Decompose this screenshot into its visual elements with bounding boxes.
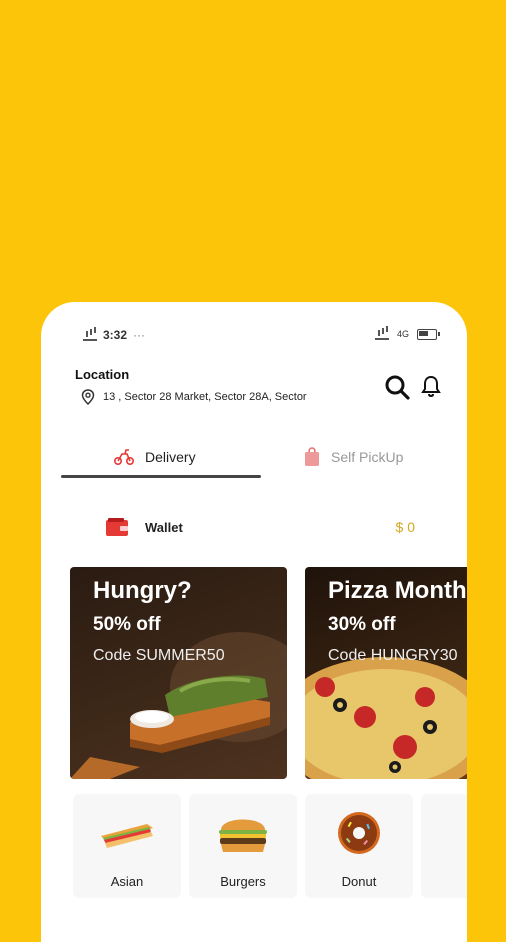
banner-discount: 30% off	[328, 614, 396, 635]
banner-code: Code HUNGRY30	[328, 647, 458, 664]
category-card-burgers[interactable]: Burgers	[189, 794, 297, 898]
location-address: 13 , Sector 28 Market, Sector 28A, Secto…	[103, 391, 307, 403]
tab-delivery-label: Delivery	[145, 449, 196, 465]
wallet-label: Wallet	[145, 519, 183, 535]
category-label: Asian	[110, 874, 144, 889]
status-extra: ···	[133, 328, 146, 342]
tab-self-pickup[interactable]: Self PickUp	[303, 437, 403, 477]
sandwich-icon	[101, 824, 153, 848]
battery-icon	[417, 328, 440, 340]
phone-screen: 3:32 ··· 4G Location 13 , Sector 28 Mark…	[41, 302, 467, 942]
delivery-mode-tabs: Delivery Self PickUp	[61, 437, 467, 481]
location-address-row[interactable]: 13 , Sector 28 Market, Sector 28A, Secto…	[81, 389, 307, 405]
banner-title: Pizza Month	[328, 577, 467, 604]
network-type: 4G	[396, 329, 409, 339]
category-label: Burgers	[220, 874, 266, 889]
promo-banner[interactable]: Pizza Month 30% off Code HUNGRY30	[305, 567, 467, 779]
cell-signal-icon	[374, 328, 389, 340]
banner-discount: 50% off	[93, 614, 161, 635]
status-bar: 3:32 ··· 4G	[41, 328, 467, 348]
category-card-asian[interactable]: Asian	[73, 794, 181, 898]
category-label: Donut	[341, 874, 377, 889]
wallet-icon	[106, 518, 128, 536]
location-title: Location	[75, 367, 130, 382]
banner-code: Code SUMMER50	[93, 647, 225, 664]
active-tab-indicator	[61, 475, 261, 478]
signal-icon	[83, 329, 97, 341]
donut-icon	[338, 812, 380, 854]
promo-banner-carousel[interactable]: Hungry? 50% off Code SUMMER50 Pizza Mont…	[70, 567, 467, 779]
category-card-donut[interactable]: Donut	[305, 794, 413, 898]
promo-banner[interactable]: Hungry? 50% off Code SUMMER50	[70, 567, 287, 779]
search-icon[interactable]	[384, 374, 410, 400]
category-list: Asian Burgers Donut	[73, 794, 467, 904]
banner-title: Hungry?	[93, 577, 192, 604]
delivery-scooter-icon	[113, 449, 135, 466]
status-time: 3:32	[103, 328, 128, 342]
category-card-partial[interactable]	[421, 794, 467, 898]
tab-self-pickup-label: Self PickUp	[331, 449, 404, 465]
shopping-bag-icon	[305, 447, 319, 466]
wallet-row[interactable]: Wallet $ 0	[105, 514, 415, 540]
tab-delivery[interactable]: Delivery	[113, 437, 196, 477]
map-pin-icon	[81, 389, 95, 405]
bell-icon[interactable]	[420, 374, 442, 398]
wallet-amount: $ 0	[395, 519, 415, 535]
burger-icon	[219, 819, 267, 852]
